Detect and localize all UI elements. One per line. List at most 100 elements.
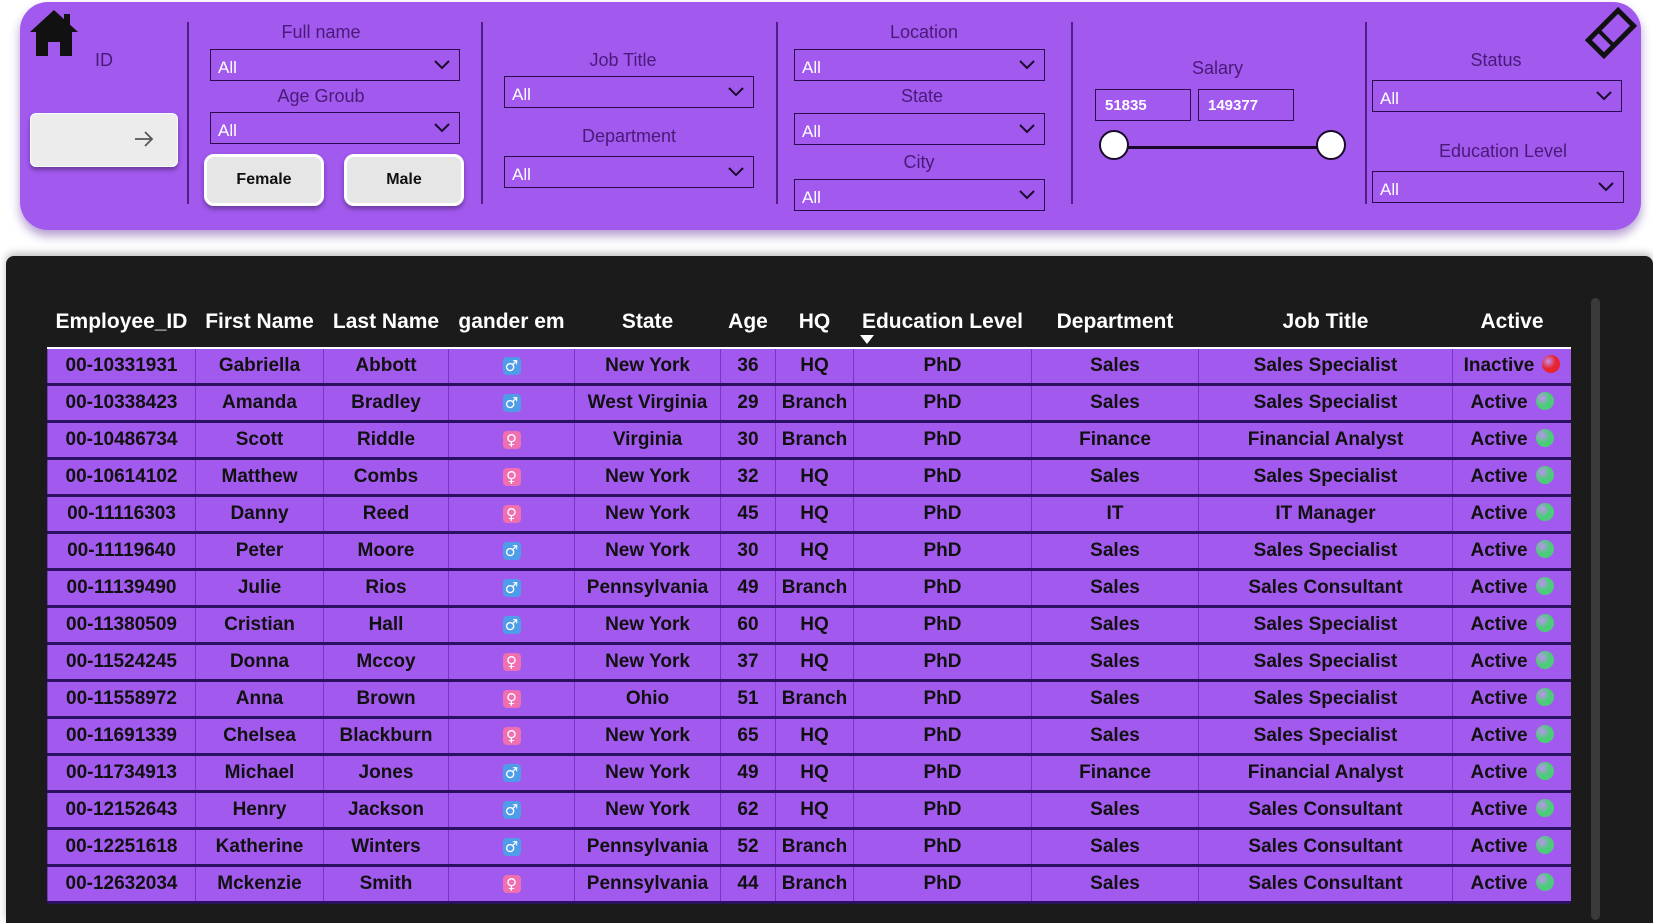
department-cell: Sales [1031, 717, 1199, 756]
table-row[interactable]: 00-11734913 Michael Jones ♂ New York 49 HQ PhD F… [47, 754, 1571, 793]
status-text: Inactive [1463, 355, 1535, 376]
hq-cell: Branch [775, 421, 854, 460]
table-row[interactable]: 00-12152643 Henry Jackson ♂ New York 62 HQ PhD S… [47, 791, 1571, 830]
full-name-dropdown[interactable]: All [210, 49, 460, 81]
state-label: State [900, 86, 944, 106]
home-icon[interactable] [28, 8, 80, 58]
female-icon: ♀ [502, 726, 521, 745]
table-row[interactable]: 00-10486734 Scott Riddle ♀ Virginia 30 Branch P… [47, 421, 1571, 460]
female-button[interactable]: Female [204, 154, 324, 206]
gender-cell: ♂ [448, 532, 575, 571]
education-level-cell: PhD [853, 348, 1032, 386]
table-row[interactable]: 00-11558972 Anna Brown ♀ Ohio 51 Branch PhD Sale… [47, 680, 1571, 719]
active-cell: Active [1452, 532, 1571, 571]
active-cell: Active [1452, 865, 1571, 904]
salary-slider-track[interactable] [1114, 146, 1332, 149]
table-row[interactable]: 00-11380509 Cristian Hall ♂ New York 60 HQ PhD S… [47, 606, 1571, 645]
table-body: 00-10331931 Gabriella Abbott ♂ New York 36 HQ P… [47, 348, 1571, 904]
active-status-dot [1535, 540, 1554, 559]
age-group-dropdown[interactable]: All [210, 112, 460, 144]
table-row[interactable]: 00-10338423 Amanda Bradley ♂ West Virginia 29… [47, 384, 1571, 423]
department-label: Department [581, 126, 677, 146]
sort-descending-icon [859, 335, 874, 344]
job-title-cell: Sales Specialist [1198, 384, 1453, 423]
status-value: All [1380, 89, 1399, 108]
id-search-box[interactable] [30, 113, 178, 167]
education-level-cell: PhD [853, 384, 1032, 423]
status-text: Active [1470, 392, 1528, 413]
vertical-scrollbar-thumb[interactable] [1591, 298, 1600, 920]
job-title-cell: Sales Specialist [1198, 348, 1453, 386]
education-level-cell: PhD [853, 421, 1032, 460]
active-cell: Active [1452, 680, 1571, 719]
status-text: Active [1470, 429, 1528, 450]
arrow-right-icon[interactable] [133, 128, 155, 150]
last-name-cell: Blackburn [323, 717, 449, 756]
active-cell: Active [1452, 828, 1571, 867]
table-row[interactable]: 00-11691339 Chelsea Blackburn ♀ New York 65 HQ… [47, 717, 1571, 756]
column-header-hq[interactable]: HQ [775, 297, 854, 349]
department-dropdown[interactable]: All [504, 156, 754, 188]
male-icon: ♂ [502, 837, 521, 856]
status-text: Active [1470, 725, 1528, 746]
salary-max-input[interactable]: 149377 [1198, 89, 1294, 121]
male-icon: ♂ [502, 615, 521, 634]
column-header-state[interactable]: State [574, 297, 721, 349]
table-row[interactable]: 00-11116303 Danny Reed ♀ New York 45 HQ PhD IT IT… [47, 495, 1571, 534]
female-icon: ♀ [502, 689, 521, 708]
department-cell: Sales [1031, 791, 1199, 830]
table-row[interactable]: 00-11119640 Peter Moore ♂ New York 30 HQ PhD Sal… [47, 532, 1571, 571]
column-header-education-level[interactable]: Education Level [853, 297, 1032, 349]
employee-id-cell: 00-11691339 [47, 717, 196, 756]
hq-cell: HQ [775, 606, 854, 645]
education-level-value: All [1380, 180, 1399, 199]
column-header-last-name[interactable]: Last Name [323, 297, 449, 349]
status-dropdown[interactable]: All [1372, 80, 1622, 112]
first-name-cell: Anna [195, 680, 324, 719]
gender-cell: ♀ [448, 458, 575, 497]
active-cell: Active [1452, 458, 1571, 497]
table-row[interactable]: 00-12632034 Mckenzie Smith ♀ Pennsylvania 44 B… [47, 865, 1571, 904]
table-row[interactable]: 00-10331931 Gabriella Abbott ♂ New York 36 HQ P… [47, 348, 1571, 386]
education-level-dropdown[interactable]: All [1372, 171, 1624, 203]
last-name-cell: Reed [323, 495, 449, 534]
table-row[interactable]: 00-12251618 Katherine Winters ♂ Pennsylvania… [47, 828, 1571, 867]
male-button[interactable]: Male [344, 154, 464, 206]
state-cell: Pennsylvania [574, 865, 721, 904]
divider [1365, 22, 1367, 204]
column-header-department[interactable]: Department [1031, 297, 1199, 349]
active-cell: Active [1452, 569, 1571, 608]
education-level-cell: PhD [853, 643, 1032, 682]
salary-slider-min-handle[interactable] [1099, 130, 1129, 160]
female-icon: ♀ [502, 652, 521, 671]
salary-min-input[interactable]: 51835 [1095, 89, 1191, 121]
employee-id-cell: 00-12152643 [47, 791, 196, 830]
state-dropdown[interactable]: All [794, 113, 1045, 145]
column-header-age[interactable]: Age [720, 297, 776, 349]
gender-cell: ♀ [448, 643, 575, 682]
column-header-employee-id[interactable]: Employee_ID [47, 297, 196, 349]
salary-slider-max-handle[interactable] [1316, 130, 1346, 160]
department-cell: Sales [1031, 458, 1199, 497]
city-dropdown[interactable]: All [794, 179, 1045, 211]
location-dropdown[interactable]: All [794, 49, 1045, 81]
hq-cell: Branch [775, 569, 854, 608]
department-cell: Sales [1031, 680, 1199, 719]
job-title-dropdown[interactable]: All [504, 76, 754, 108]
job-title-cell: Sales Consultant [1198, 865, 1453, 904]
id-label: ID [95, 50, 113, 70]
hq-cell: Branch [775, 865, 854, 904]
job-title-label: Job Title [589, 50, 657, 70]
job-title-cell: Sales Specialist [1198, 680, 1453, 719]
column-header-first-name[interactable]: First Name [195, 297, 324, 349]
age-cell: 49 [720, 569, 776, 608]
job-title-cell: Sales Specialist [1198, 458, 1453, 497]
table-row[interactable]: 00-11524245 Donna Mccoy ♀ New York 37 HQ PhD Sal… [47, 643, 1571, 682]
status-text: Active [1470, 688, 1528, 709]
gender-cell: ♂ [448, 754, 575, 793]
table-row[interactable]: 00-11139490 Julie Rios ♂ Pennsylvania 49 Branc… [47, 569, 1571, 608]
column-header-gender[interactable]: gander em [448, 297, 575, 349]
column-header-job-title[interactable]: Job Title [1198, 297, 1453, 349]
table-row[interactable]: 00-10614102 Matthew Combs ♀ New York 32 HQ PhD S… [47, 458, 1571, 497]
column-header-active[interactable]: Active [1452, 297, 1571, 349]
